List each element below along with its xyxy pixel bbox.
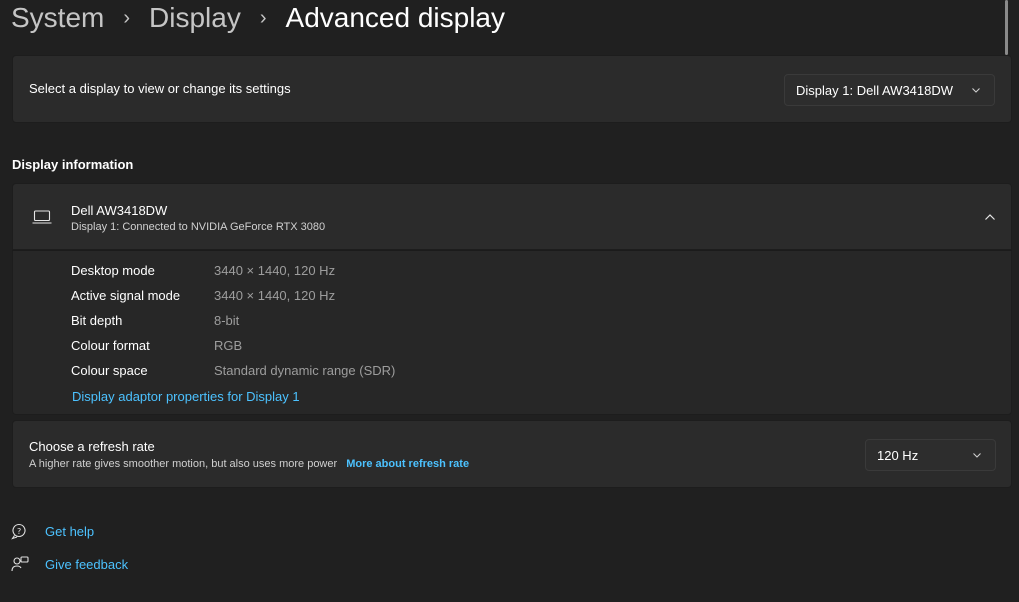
breadcrumb-separator: › bbox=[123, 6, 131, 29]
spec-value: Standard dynamic range (SDR) bbox=[214, 363, 396, 378]
more-about-refresh-rate-link[interactable]: More about refresh rate bbox=[346, 458, 469, 470]
spec-label: Active signal mode bbox=[71, 288, 181, 303]
display-information-heading: Display information bbox=[12, 157, 134, 172]
spec-label: Desktop mode bbox=[71, 263, 155, 278]
breadcrumb: System › Display › Advanced display bbox=[11, 0, 505, 36]
spec-value: RGB bbox=[214, 338, 243, 353]
refresh-rate-dropdown-value: 120 Hz bbox=[877, 447, 919, 463]
refresh-rate-title: Choose a refresh rate bbox=[29, 439, 155, 454]
spec-row-bit-depth: Bit depth 8-bit bbox=[71, 313, 239, 328]
spec-row-colour-space: Colour space Standard dynamic range (SDR… bbox=[71, 363, 395, 378]
display-adapter-properties-link[interactable]: Display adaptor properties for Display 1 bbox=[72, 389, 300, 404]
display-dropdown-value: Display 1: Dell AW3418DW bbox=[796, 82, 954, 98]
display-info-expander[interactable]: Dell AW3418DW Display 1: Connected to NV… bbox=[12, 183, 1012, 250]
spec-value: 3440 × 1440, 120 Hz bbox=[214, 263, 336, 278]
display-name: Dell AW3418DW bbox=[71, 203, 168, 218]
monitor-icon bbox=[32, 210, 52, 224]
get-help-link[interactable]: Get help bbox=[45, 524, 94, 539]
spec-label: Colour format bbox=[71, 338, 150, 353]
spec-label: Bit depth bbox=[71, 313, 123, 328]
spec-value: 8-bit bbox=[214, 313, 240, 328]
spec-value: 3440 × 1440, 120 Hz bbox=[214, 288, 336, 303]
breadcrumb-separator: › bbox=[259, 6, 267, 29]
select-display-card: Select a display to view or change its s… bbox=[12, 55, 1012, 123]
svg-text:?: ? bbox=[17, 527, 21, 536]
spec-row-active-signal-mode: Active signal mode 3440 × 1440, 120 Hz bbox=[71, 288, 335, 303]
chevron-down-icon bbox=[972, 88, 980, 93]
display-dropdown[interactable]: Display 1: Dell AW3418DW bbox=[784, 74, 995, 106]
spec-label: Colour space bbox=[71, 363, 148, 378]
give-feedback-link[interactable]: Give feedback bbox=[45, 557, 128, 572]
display-connection: Display 1: Connected to NVIDIA GeForce R… bbox=[71, 221, 326, 233]
feedback-icon bbox=[11, 556, 29, 572]
scrollbar[interactable] bbox=[1005, 0, 1008, 55]
breadcrumb-system[interactable]: System bbox=[11, 2, 104, 34]
give-feedback-row[interactable]: Give feedback bbox=[11, 555, 128, 573]
display-info-details: Desktop mode 3440 × 1440, 120 Hz Active … bbox=[12, 250, 1012, 415]
refresh-rate-description: A higher rate gives smoother motion, but… bbox=[29, 458, 469, 470]
spec-row-colour-format: Colour format RGB bbox=[71, 338, 242, 353]
select-display-label: Select a display to view or change its s… bbox=[29, 81, 291, 96]
spec-row-desktop-mode: Desktop mode 3440 × 1440, 120 Hz bbox=[71, 263, 335, 278]
help-icon: ? bbox=[11, 523, 26, 540]
refresh-rate-card: Choose a refresh rate A higher rate give… bbox=[12, 420, 1012, 488]
breadcrumb-display[interactable]: Display bbox=[149, 2, 241, 34]
refresh-rate-description-text: A higher rate gives smoother motion, but… bbox=[29, 458, 338, 470]
page-title: Advanced display bbox=[285, 2, 505, 33]
get-help-row[interactable]: ? Get help bbox=[11, 522, 94, 540]
refresh-rate-dropdown[interactable]: 120 Hz bbox=[865, 439, 996, 471]
advanced-display-page: System › Display › Advanced display Sele… bbox=[0, 0, 1019, 602]
chevron-down-icon bbox=[973, 453, 981, 458]
chevron-up-icon[interactable] bbox=[983, 210, 997, 224]
